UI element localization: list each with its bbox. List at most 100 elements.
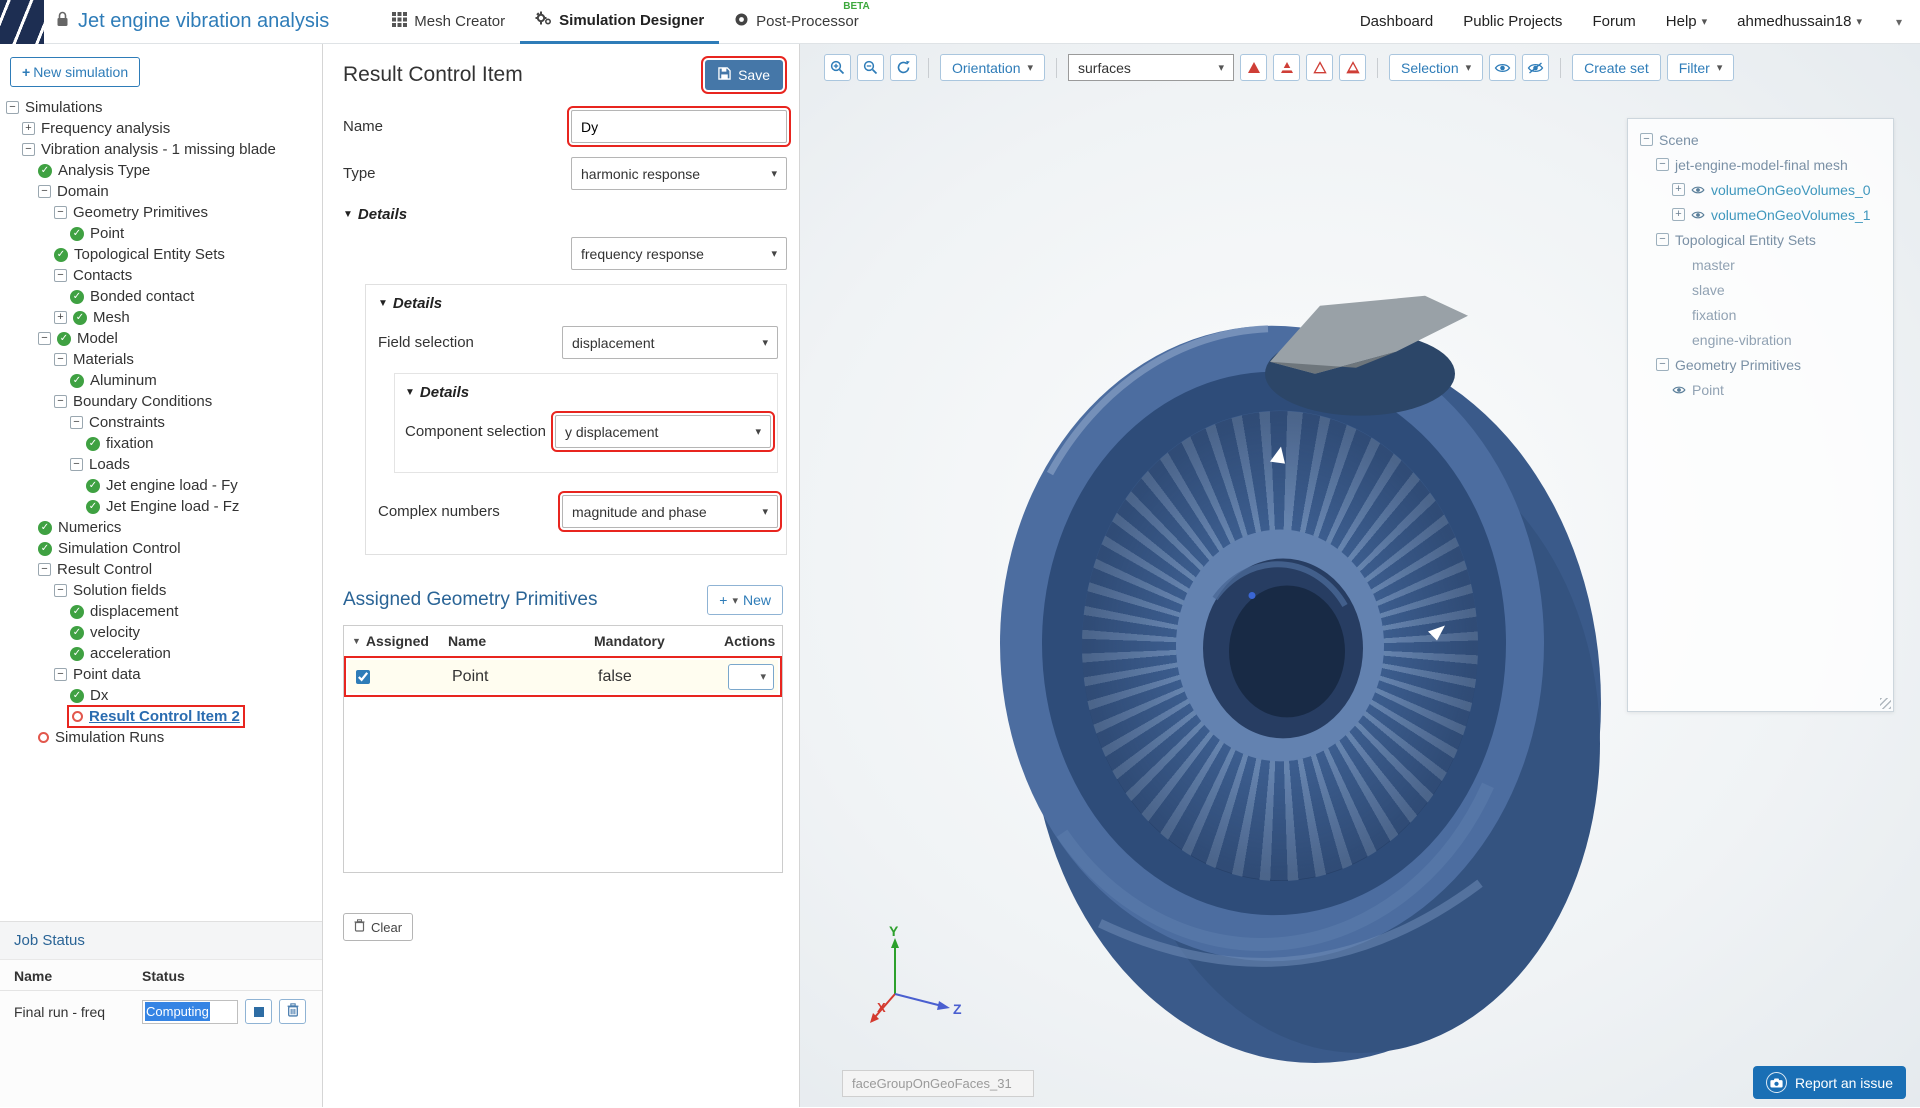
- collapse-icon[interactable]: −: [38, 563, 51, 576]
- scene-item-geometry-primitives[interactable]: − Geometry Primitives: [1628, 352, 1893, 377]
- user-menu[interactable]: ahmedhussain18 ▾: [1737, 13, 1862, 30]
- tree-item-simulation-control[interactable]: ✓ Simulation Control: [0, 538, 322, 559]
- render-mode-select[interactable]: surfaces ▾: [1068, 54, 1235, 81]
- hide-selection-button[interactable]: [1522, 54, 1550, 81]
- scene-item-topological-entity-sets[interactable]: − Topological Entity Sets: [1628, 227, 1893, 252]
- nav-help[interactable]: Help ▾: [1666, 13, 1707, 30]
- save-button[interactable]: Save: [701, 56, 787, 94]
- clip-marker-solid-button[interactable]: [1240, 54, 1268, 81]
- expand-icon[interactable]: +: [1672, 183, 1685, 196]
- 3d-viewport[interactable]: Orientation ▾ surfaces ▾ Selection ▾ Create…: [800, 44, 1920, 1107]
- report-issue-button[interactable]: Report an issue: [1752, 1066, 1906, 1099]
- collapse-icon[interactable]: −: [1640, 133, 1653, 146]
- scene-item-fixation[interactable]: fixation: [1628, 302, 1893, 327]
- tree-item-point[interactable]: ✓ Point: [0, 223, 322, 244]
- tree-item-simulation-runs[interactable]: Simulation Runs: [0, 727, 322, 748]
- tree-item-boundary-conditions[interactable]: − Boundary Conditions: [0, 391, 322, 412]
- collapse-icon[interactable]: −: [1656, 358, 1669, 371]
- reset-view-button[interactable]: [890, 54, 917, 81]
- details-section-header[interactable]: ▼ Details: [395, 384, 773, 401]
- tree-item-contacts[interactable]: − Contacts: [0, 265, 322, 286]
- scene-item-engine-vibration[interactable]: engine-vibration: [1628, 327, 1893, 352]
- tree-item-solution-fields[interactable]: − Solution fields: [0, 580, 322, 601]
- collapse-icon[interactable]: −: [54, 353, 67, 366]
- sort-icon[interactable]: ▼: [352, 636, 361, 646]
- collapse-icon[interactable]: −: [22, 143, 35, 156]
- tree-item-result-control[interactable]: − Result Control: [0, 559, 322, 580]
- tree-item-loads[interactable]: − Loads: [0, 454, 322, 475]
- collapse-icon[interactable]: −: [54, 269, 67, 282]
- engine-hub[interactable]: [1176, 529, 1384, 762]
- filter-dropdown[interactable]: Filter ▾: [1666, 54, 1735, 81]
- eye-icon[interactable]: [1691, 182, 1705, 198]
- create-set-button[interactable]: Create set: [1572, 54, 1661, 81]
- nav-public-projects[interactable]: Public Projects: [1463, 13, 1562, 30]
- component-selection-select[interactable]: y displacement ▾: [551, 411, 775, 452]
- eye-icon[interactable]: [1691, 207, 1705, 223]
- tree-item-jet-engine-load-fz[interactable]: ✓ Jet Engine load - Fz: [0, 496, 322, 517]
- tree-item-geometry-primitives[interactable]: − Geometry Primitives: [0, 202, 322, 223]
- scene-item-slave[interactable]: slave: [1628, 277, 1893, 302]
- app-logo[interactable]: [0, 0, 44, 44]
- job-status-field[interactable]: Computing: [142, 999, 238, 1024]
- missing-blade-gray[interactable]: [1265, 295, 1468, 416]
- new-simulation-button[interactable]: + New simulation: [10, 57, 141, 87]
- clip-marker-banded-button[interactable]: [1273, 54, 1301, 81]
- expand-icon[interactable]: +: [22, 122, 35, 135]
- chevron-down-icon[interactable]: ▾: [1896, 15, 1902, 29]
- tree-item-domain[interactable]: − Domain: [0, 181, 322, 202]
- tree-item-velocity[interactable]: ✓ velocity: [0, 622, 322, 643]
- collapse-icon[interactable]: −: [54, 206, 67, 219]
- new-geometry-primitive-button[interactable]: + ▾ New: [707, 585, 783, 615]
- tree-item-displacement[interactable]: ✓ displacement: [0, 601, 322, 622]
- tree-item-acceleration[interactable]: ✓ acceleration: [0, 643, 322, 664]
- delete-job-button[interactable]: [279, 999, 306, 1024]
- tree-item-constraints[interactable]: − Constraints: [0, 412, 322, 433]
- nav-forum[interactable]: Forum: [1592, 13, 1635, 30]
- tree-item-topological-entity-sets[interactable]: ✓ Topological Entity Sets: [0, 244, 322, 265]
- type-select[interactable]: harmonic response ▾: [571, 157, 787, 190]
- tree-item-mesh[interactable]: + ✓ Mesh: [0, 307, 322, 328]
- collapse-icon[interactable]: −: [1656, 158, 1669, 171]
- tab-simulation-designer[interactable]: Simulation Designer: [520, 0, 720, 44]
- tree-item-point-data[interactable]: − Point data: [0, 664, 322, 685]
- complex-numbers-select[interactable]: magnitude and phase ▾: [558, 491, 782, 532]
- tree-item-result-control-item-2[interactable]: Result Control Item 2: [0, 705, 322, 728]
- tree-item-jet-engine-load-fy[interactable]: ✓ Jet engine load - Fy: [0, 475, 322, 496]
- name-input[interactable]: [567, 106, 791, 147]
- collapse-icon[interactable]: −: [70, 458, 83, 471]
- collapse-icon[interactable]: −: [54, 395, 67, 408]
- details-section-header[interactable]: ▼ Details: [323, 206, 799, 223]
- collapse-icon[interactable]: −: [1656, 233, 1669, 246]
- zoom-in-button[interactable]: [824, 54, 851, 81]
- row-actions-select[interactable]: ▾: [728, 663, 774, 690]
- collapse-icon[interactable]: −: [70, 416, 83, 429]
- clear-button[interactable]: Clear: [343, 913, 414, 941]
- scene-item-mesh[interactable]: − jet-engine-model-final mesh: [1628, 152, 1893, 177]
- assigned-checkbox[interactable]: [356, 669, 370, 684]
- scene-item-volume-0[interactable]: + volumeOnGeoVolumes_0: [1628, 177, 1893, 202]
- nav-dashboard[interactable]: Dashboard: [1360, 13, 1433, 30]
- clip-marker-outline-button[interactable]: [1306, 54, 1334, 81]
- tree-item-dx[interactable]: ✓ Dx: [0, 685, 322, 706]
- field-selection-select[interactable]: displacement ▾: [562, 326, 778, 359]
- scene-item-volume-1[interactable]: + volumeOnGeoVolumes_1: [1628, 202, 1893, 227]
- expand-icon[interactable]: +: [54, 311, 67, 324]
- tab-post-processor[interactable]: Post-Processor BETA: [719, 0, 874, 44]
- orientation-dropdown[interactable]: Orientation ▾: [940, 54, 1046, 81]
- zoom-out-button[interactable]: [857, 54, 884, 81]
- response-type-select[interactable]: frequency response ▾: [571, 237, 787, 270]
- collapse-icon[interactable]: −: [38, 332, 51, 345]
- scene-item-scene[interactable]: − Scene: [1628, 127, 1893, 152]
- eye-icon[interactable]: [1672, 382, 1686, 398]
- tree-item-numerics[interactable]: ✓ Numerics: [0, 517, 322, 538]
- collapse-icon[interactable]: −: [54, 668, 67, 681]
- show-selection-button[interactable]: [1489, 54, 1517, 81]
- collapse-icon[interactable]: −: [6, 101, 19, 114]
- tree-item-frequency-analysis[interactable]: + Frequency analysis: [0, 118, 322, 139]
- point-primitive-marker[interactable]: [1248, 591, 1256, 599]
- tab-mesh-creator[interactable]: Mesh Creator: [377, 0, 520, 44]
- tree-item-analysis-type[interactable]: ✓ Analysis Type: [0, 160, 322, 181]
- stop-job-button[interactable]: [245, 999, 272, 1024]
- scene-item-master[interactable]: master: [1628, 252, 1893, 277]
